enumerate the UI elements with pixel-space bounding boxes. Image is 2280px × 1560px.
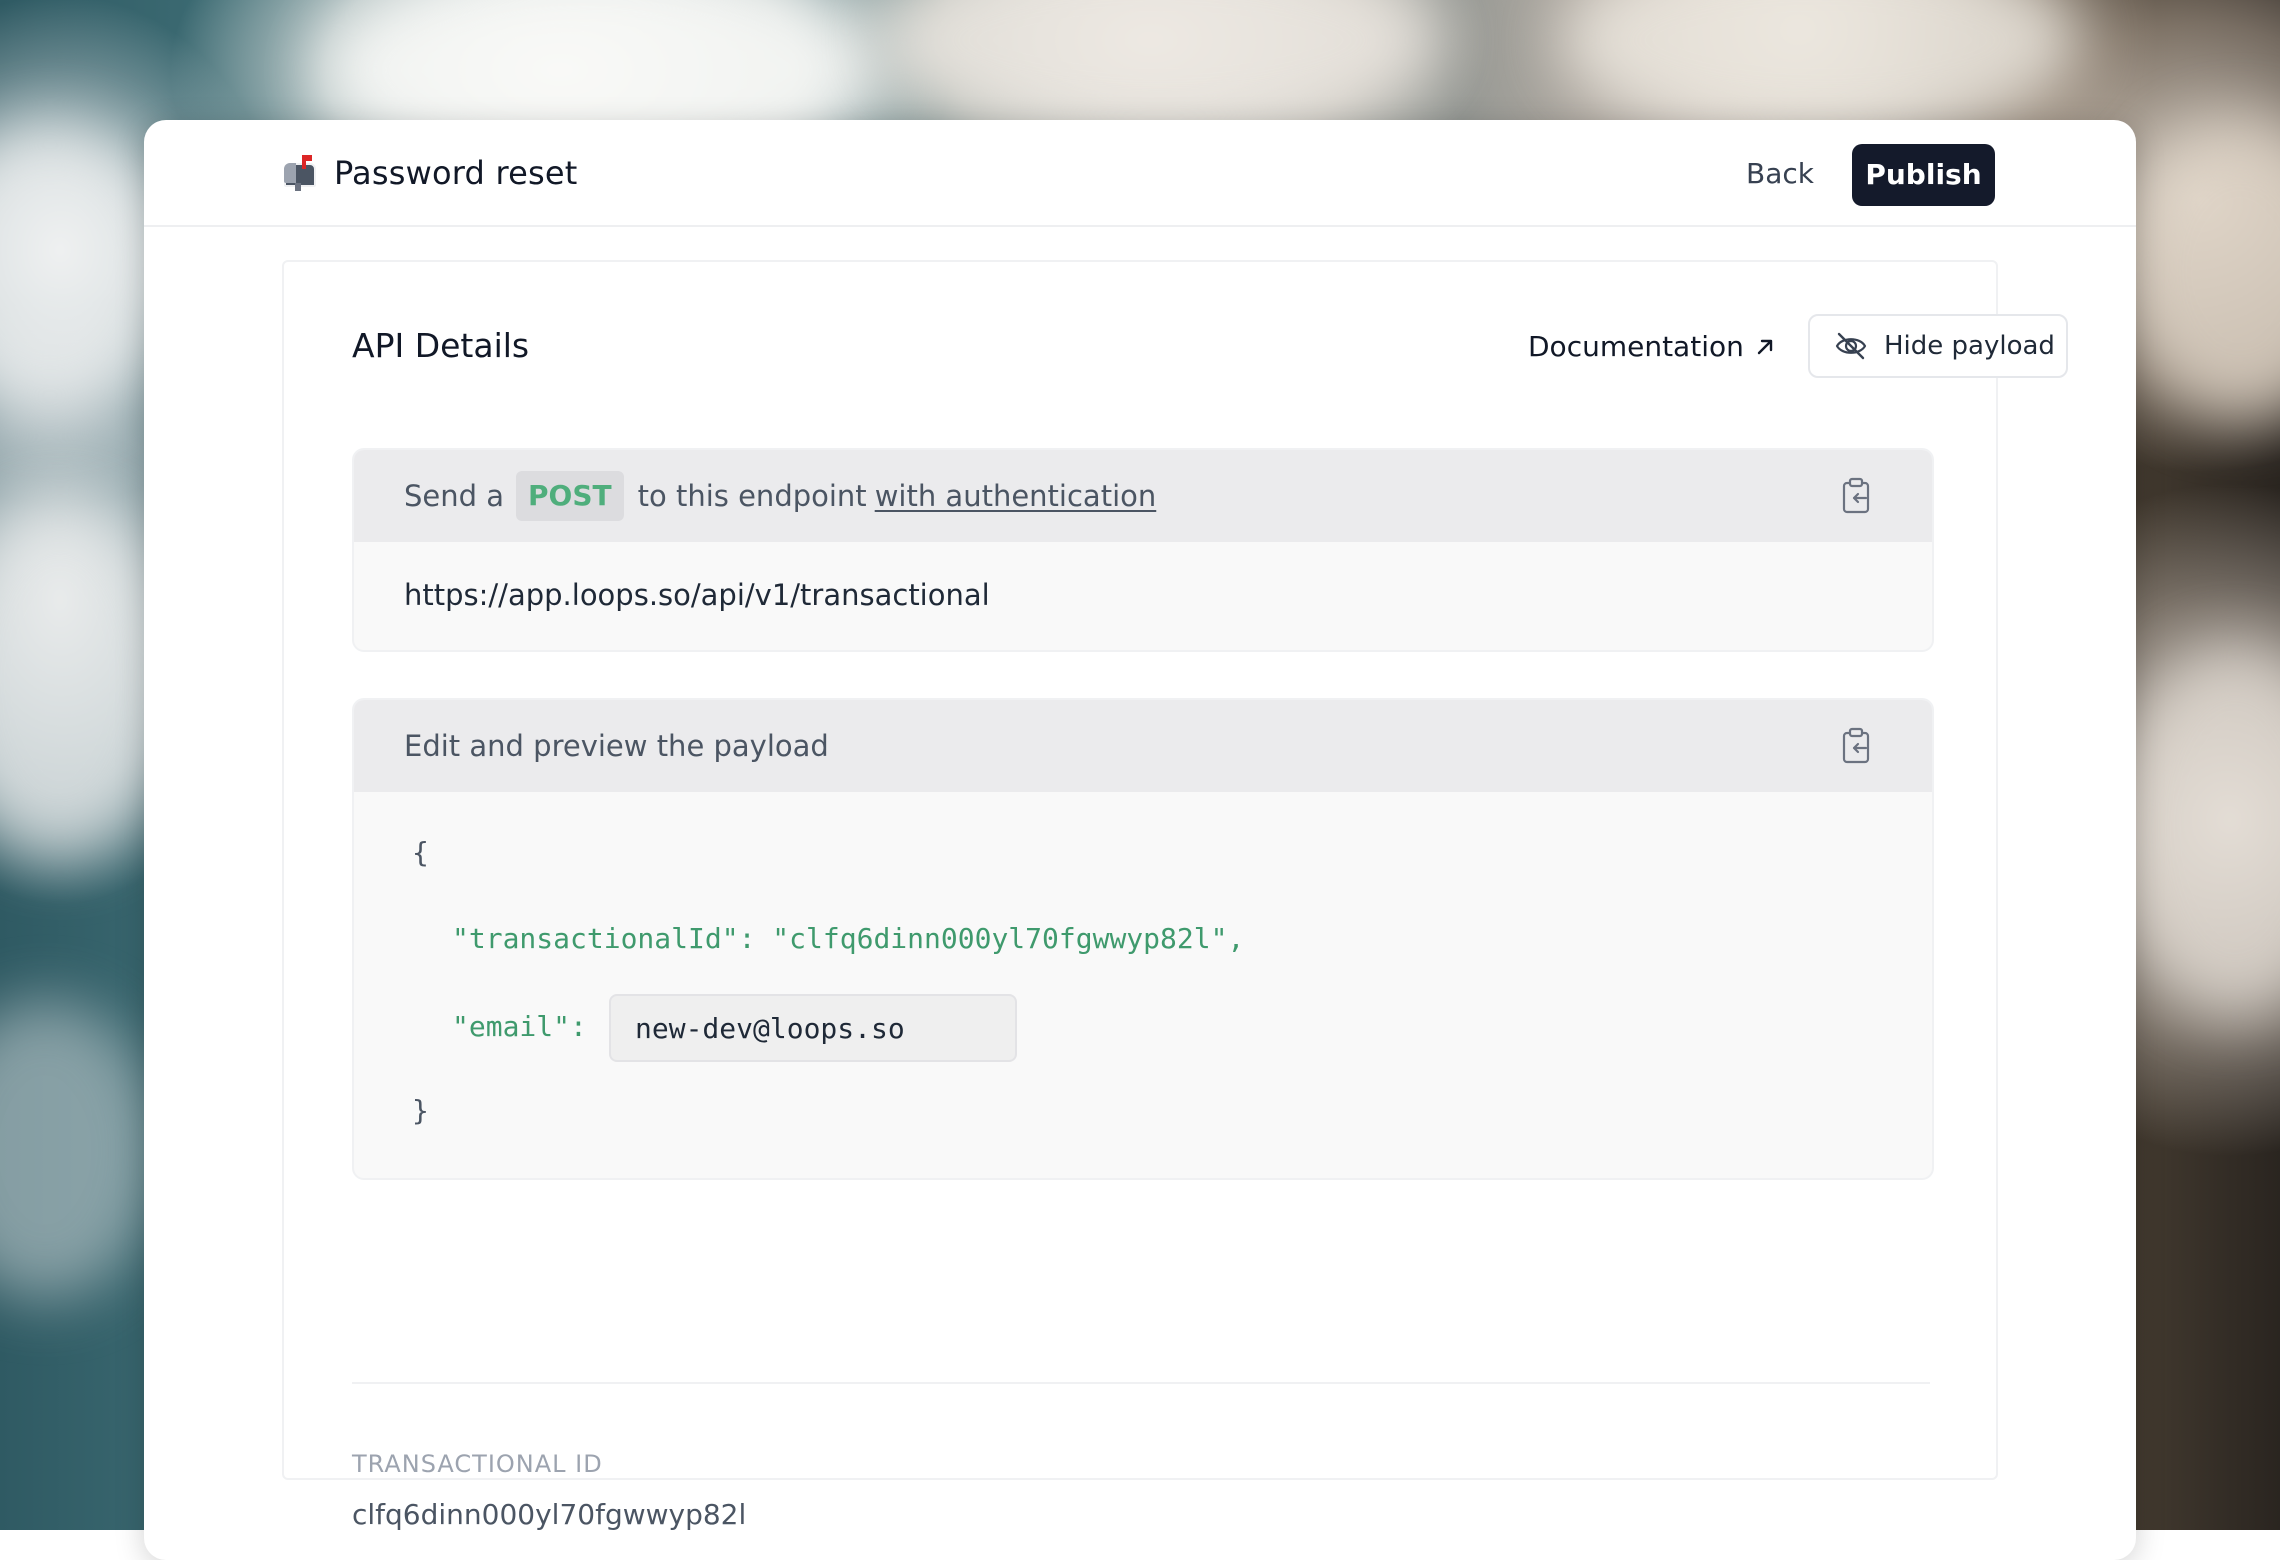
- clipboard-copy-icon: [1842, 727, 1870, 764]
- authentication-link[interactable]: with authentication: [875, 479, 1157, 513]
- json-transactional-value: "clfq6dinn000yl70fgwwyp82l",: [772, 922, 1245, 955]
- external-arrow-icon: [1757, 339, 1773, 354]
- panel-title: API Details: [352, 326, 530, 365]
- back-button[interactable]: Back: [1734, 144, 1826, 204]
- json-transactional-line: "transactionalId": "clfq6dinn000yl70fgww…: [452, 922, 1244, 955]
- section-divider: [352, 1382, 1930, 1384]
- transactional-id-value: clfq6dinn000yl70fgwwyp82l: [352, 1498, 747, 1531]
- endpoint-url: https://app.loops.so/api/v1/transactiona…: [404, 578, 990, 612]
- api-details-panel: API Details Documentation Hide payload S…: [282, 260, 2068, 1531]
- json-close-brace: }: [412, 1094, 429, 1127]
- documentation-link[interactable]: Documentation: [1528, 330, 1776, 363]
- payload-box-header: Edit and preview the payload: [354, 700, 1932, 792]
- json-transactional-key: "transactionalId":: [452, 922, 756, 955]
- endpoint-middle: to this endpoint: [637, 479, 867, 513]
- method-badge: POST: [516, 471, 624, 521]
- publish-button[interactable]: Publish: [1852, 144, 1995, 206]
- hide-payload-button[interactable]: Hide payload: [1808, 314, 2068, 378]
- endpoint-box-header: Send a POST to this endpoint with authen…: [354, 450, 1932, 542]
- editor-card: Password reset Back Publish API Details …: [144, 120, 2136, 1560]
- copy-endpoint-button[interactable]: [1836, 476, 1876, 516]
- clipboard-copy-icon: [1842, 477, 1870, 514]
- page-title: Password reset: [334, 154, 578, 192]
- email-input[interactable]: [609, 994, 1017, 1062]
- endpoint-prefix: Send a: [404, 479, 505, 513]
- copy-payload-button[interactable]: [1836, 726, 1876, 766]
- page-title-group: Password reset: [282, 154, 578, 192]
- top-bar: Password reset Back Publish: [144, 120, 2136, 227]
- mailbox-icon: [282, 155, 316, 191]
- transactional-id-label: TRANSACTIONAL ID: [352, 1450, 603, 1478]
- eye-off-icon: [1835, 332, 1867, 360]
- payload-header-label: Edit and preview the payload: [404, 729, 829, 763]
- hide-payload-label: Hide payload: [1884, 331, 2055, 361]
- endpoint-box: Send a POST to this endpoint with authen…: [352, 448, 1934, 652]
- json-open-brace: {: [412, 836, 429, 869]
- documentation-label: Documentation: [1528, 330, 1744, 363]
- json-email-key: "email":: [452, 1010, 587, 1043]
- payload-box: Edit and preview the payload { "transact…: [352, 698, 1934, 1180]
